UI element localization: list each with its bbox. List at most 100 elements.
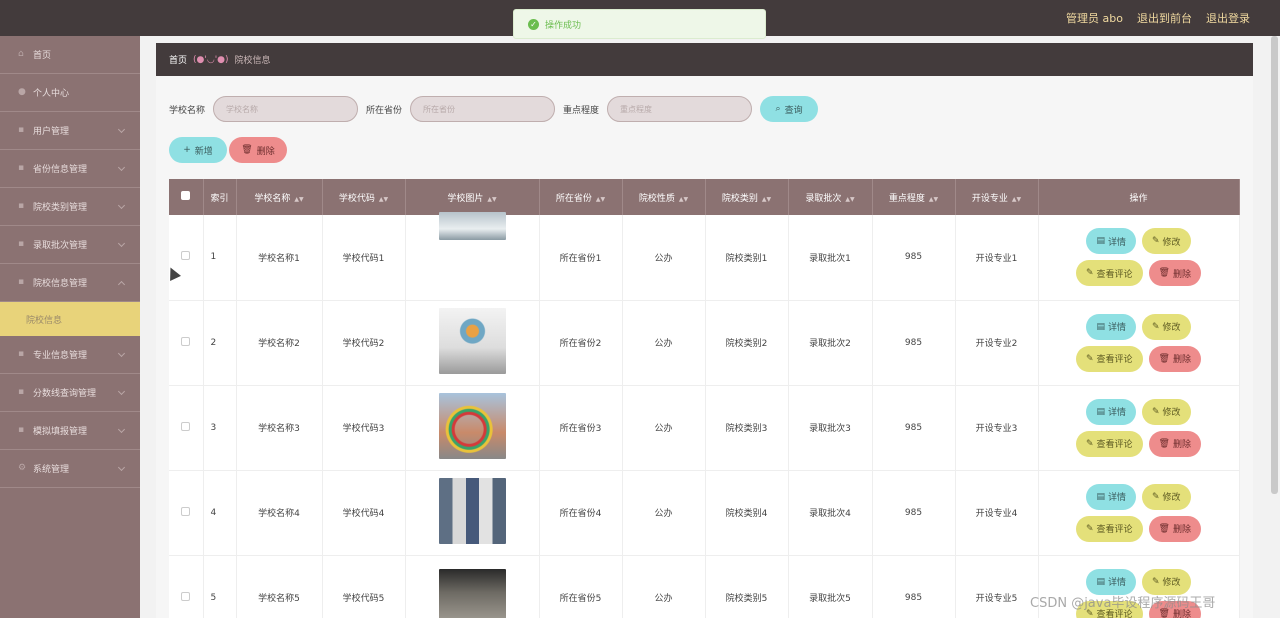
chevron-down-icon [117, 163, 126, 172]
toast-message: 操作成功 [545, 20, 582, 31]
trash-icon: 🗑 [1158, 268, 1170, 279]
delete-button[interactable]: 🗑 删除 [1148, 430, 1201, 457]
view-comments-button[interactable]: ✎ 查看评论 [1075, 345, 1143, 372]
front-link[interactable]: 退出到前台 [1137, 10, 1192, 26]
row-school-code: 学校代码5 [322, 555, 406, 618]
row-batch: 录取批次3 [788, 385, 873, 471]
detail-button[interactable]: ▤ 详情 [1086, 313, 1136, 340]
header-category[interactable]: 院校类别 ▲▼ [705, 179, 789, 215]
school-name-label: 学校名称 [169, 105, 206, 116]
row-select-cell[interactable] [169, 300, 204, 386]
row-select-cell[interactable] [169, 555, 204, 618]
header-nature[interactable]: 院校性质 ▲▼ [622, 179, 706, 215]
row-checkbox[interactable] [181, 506, 191, 516]
sidebar-item-province[interactable]: ▪ 省份信息管理 [0, 150, 140, 188]
detail-button[interactable]: ▤ 详情 [1086, 483, 1136, 510]
row-checkbox[interactable] [181, 591, 191, 601]
list-icon: ▪ [18, 349, 25, 359]
school-image[interactable] [438, 393, 506, 459]
sidebar-subitem-school-info[interactable]: 院校信息 [0, 302, 140, 336]
edit-button[interactable]: ✎ 修改 [1141, 398, 1191, 425]
row-index: 2 [203, 300, 237, 386]
row-school-code: 学校代码1 [322, 215, 406, 301]
page-scrollbar[interactable] [1271, 36, 1278, 494]
row-school-name: 学校名称5 [236, 555, 323, 618]
sidebar-item-label: 模拟填报管理 [33, 427, 88, 437]
sidebar-item-label: 专业信息管理 [33, 351, 88, 361]
select-all-checkbox[interactable] [181, 191, 191, 200]
school-table: 索引 学校名称 ▲▼ 学校代码 ▲▼ 学校图片 ▲▼ 所在省份 ▲▼ 院校性质 ▲▼ 院校… [169, 179, 1240, 618]
delete-button[interactable]: 🗑 删除 [1148, 260, 1201, 287]
top-nav: 管理员 abo 退出到前台 退出登录 [1066, 0, 1250, 36]
view-comments-button[interactable]: ✎ 查看评论 [1075, 430, 1143, 457]
header-batch[interactable]: 录取批次 ▲▼ [788, 179, 873, 215]
detail-button[interactable]: ▤ 详情 [1086, 228, 1136, 255]
school-name-input[interactable]: 学校名称 [213, 96, 359, 122]
header-school-image[interactable]: 学校图片 ▲▼ [405, 179, 540, 215]
batch-delete-button[interactable]: 🗑 删除 [229, 137, 287, 163]
school-image[interactable] [438, 568, 506, 618]
delete-button[interactable]: 🗑 删除 [1148, 515, 1201, 542]
sidebar-item-system[interactable]: ⚙ 系统管理 [0, 450, 140, 488]
detail-label: 详情 [1107, 237, 1126, 248]
edit-button[interactable]: ✎ 修改 [1141, 228, 1191, 255]
sidebar: ⌂ 首页 ● 个人中心 ▪ 用户管理 ▪ 省份信息管理 ▪ 院校类别管理 ▪ 录取批次管理 … [0, 36, 140, 618]
sidebar-item-users[interactable]: ▪ 用户管理 [0, 112, 140, 150]
header-level[interactable]: 重点程度 ▲▼ [872, 179, 956, 215]
edit-button[interactable]: ✎ 修改 [1141, 483, 1191, 510]
header-index: 索引 [203, 179, 237, 215]
row-checkbox[interactable] [181, 251, 191, 261]
sidebar-item-category[interactable]: ▪ 院校类别管理 [0, 188, 140, 226]
header-province[interactable]: 所在省份 ▲▼ [539, 179, 623, 215]
sidebar-item-simulate[interactable]: ▪ 模拟填报管理 [0, 412, 140, 450]
school-image[interactable] [438, 212, 506, 241]
breadcrumb-home[interactable]: 首页 [169, 53, 187, 66]
sidebar-item-home[interactable]: ⌂ 首页 [0, 36, 140, 74]
sidebar-item-batch[interactable]: ▪ 录取批次管理 [0, 226, 140, 264]
query-button[interactable]: ⌕ 查询 [760, 96, 819, 122]
sort-icon: ▲▼ [595, 195, 606, 203]
row-level: 985 [872, 215, 956, 301]
sidebar-item-profile[interactable]: ● 个人中心 [0, 74, 140, 112]
province-input[interactable]: 所在省份 [410, 96, 556, 122]
row-select-cell[interactable] [169, 385, 204, 471]
edit-button[interactable]: ✎ 修改 [1141, 313, 1191, 340]
row-batch: 录取批次2 [788, 300, 873, 386]
logout-link[interactable]: 退出登录 [1206, 10, 1250, 26]
edit-button[interactable]: ✎ 修改 [1141, 568, 1191, 595]
header-major[interactable]: 开设专业 ▲▼ [955, 179, 1039, 215]
success-toast: ✓ 操作成功 [513, 9, 766, 39]
row-select-cell[interactable] [169, 470, 204, 556]
trash-icon: 🗑 [1158, 523, 1170, 534]
detail-label: 详情 [1107, 493, 1126, 503]
detail-button[interactable]: ▤ 详情 [1086, 398, 1136, 425]
check-circle-icon: ✓ [528, 18, 539, 30]
chevron-down-icon [117, 387, 126, 396]
watermark: CSDN @java毕设程序源码王哥 [1030, 596, 1216, 611]
sidebar-item-school[interactable]: ▪ 院校信息管理 [0, 264, 140, 302]
pencil-icon: ✎ [1085, 523, 1094, 534]
row-major: 开设专业5 [955, 555, 1039, 618]
sidebar-item-major[interactable]: ▪ 专业信息管理 [0, 336, 140, 374]
header-school-name[interactable]: 学校名称 ▲▼ [236, 179, 323, 215]
school-image[interactable] [438, 478, 506, 544]
view-comments-button[interactable]: ✎ 查看评论 [1075, 260, 1143, 287]
trash-icon: 🗑 [241, 145, 253, 155]
select-all-cell[interactable] [169, 179, 204, 215]
header-school-code[interactable]: 学校代码 ▲▼ [322, 179, 406, 215]
list-icon: ▪ [18, 425, 25, 435]
row-checkbox[interactable] [181, 421, 191, 431]
users-icon: ▪ [18, 125, 25, 135]
sort-icon: ▲▼ [378, 195, 389, 203]
school-image[interactable] [438, 308, 506, 374]
row-checkbox[interactable] [181, 336, 191, 346]
level-input[interactable]: 重点程度 [607, 96, 753, 122]
chevron-down-icon [117, 349, 126, 358]
detail-button[interactable]: ▤ 详情 [1086, 568, 1136, 595]
sidebar-item-score[interactable]: ▪ 分数线查询管理 [0, 374, 140, 412]
view-comments-button[interactable]: ✎ 查看评论 [1075, 515, 1143, 542]
delete-button[interactable]: 🗑 删除 [1148, 345, 1201, 372]
add-button[interactable]: + 新增 [169, 137, 227, 163]
sidebar-item-label: 用户管理 [33, 127, 70, 137]
row-select-cell[interactable] [169, 215, 204, 301]
